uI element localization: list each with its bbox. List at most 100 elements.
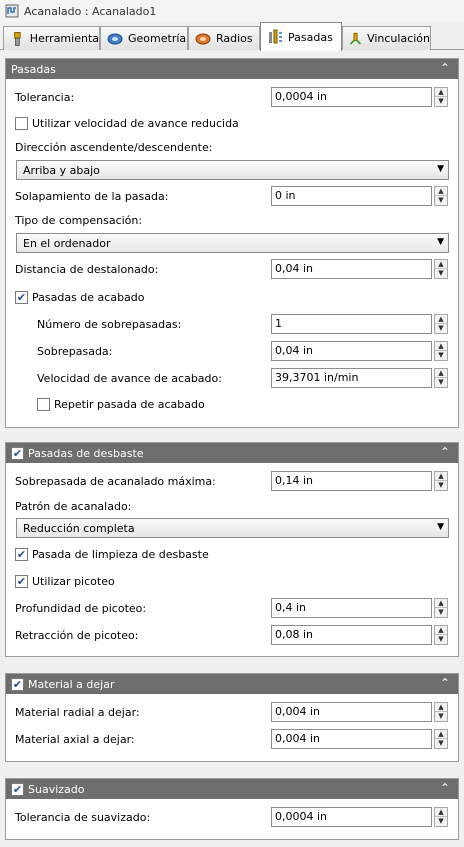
checkbox-box[interactable] — [37, 398, 50, 411]
checkbox-label: Pasadas de acabado — [32, 291, 145, 304]
checkbox-box[interactable]: ✔ — [15, 291, 28, 304]
spin-down-icon[interactable]: ▼ — [435, 635, 447, 644]
compensacion-select[interactable]: En el ordenador ▼ — [16, 233, 449, 253]
tab-geometria[interactable]: Geometría — [100, 26, 188, 50]
limpieza-checkbox[interactable]: ✔ Pasada de limpieza de desbaste — [15, 548, 209, 561]
tool-icon — [14, 31, 21, 46]
spin-down-icon[interactable]: ▼ — [435, 196, 447, 205]
vel-acabado-spinner[interactable]: ▲ ▼ — [434, 368, 448, 388]
num-sobrepasadas-input[interactable]: 1 — [271, 314, 432, 334]
spin-up-icon[interactable]: ▲ — [435, 808, 447, 817]
dropdown-arrow-icon: ▼ — [437, 522, 444, 532]
spin-down-icon[interactable]: ▼ — [435, 378, 447, 387]
checkbox-box[interactable] — [15, 117, 28, 130]
tab-vinculacion[interactable]: Vinculación — [342, 26, 431, 50]
spin-up-icon[interactable]: ▲ — [435, 703, 447, 712]
radial-spinner[interactable]: ▲ ▼ — [434, 702, 448, 722]
spin-down-icon[interactable]: ▼ — [435, 739, 447, 748]
repetir-checkbox[interactable]: Repetir pasada de acabado — [37, 398, 205, 411]
sobrepasada-input[interactable]: 0,04 in — [271, 341, 432, 361]
spin-up-icon[interactable]: ▲ — [435, 187, 447, 196]
sobrepasada-max-spinner[interactable]: ▲ ▼ — [434, 471, 448, 491]
patron-select[interactable]: Reducción completa ▼ — [16, 518, 449, 538]
solapamiento-input[interactable]: 0 in — [271, 186, 432, 206]
field-label: Tolerancia: — [15, 91, 75, 104]
collapse-icon[interactable]: ⌃ — [438, 782, 452, 796]
spin-up-icon[interactable]: ▲ — [435, 369, 447, 378]
panel-title: Suavizado — [28, 782, 85, 796]
spin-up-icon[interactable]: ▲ — [435, 599, 447, 608]
tolerancia-input[interactable]: 0,0004 in — [271, 87, 432, 107]
direccion-label: Dirección ascendente/descendente: — [15, 141, 213, 154]
field-label: Solapamiento de la pasada: — [15, 190, 169, 203]
spin-down-icon[interactable]: ▼ — [435, 351, 447, 360]
collapse-icon[interactable]: ⌃ — [438, 446, 452, 460]
prof-picoteo-row: Profundidad de picoteo: 0,4 in ▲ ▼ — [6, 598, 458, 620]
num-sobrepasadas-spinner[interactable]: ▲ ▼ — [434, 314, 448, 334]
sobrepasada-max-row: Sobrepasada de acanalado máxima: 0,14 in… — [6, 471, 458, 493]
tab-pasadas[interactable]: Pasadas — [260, 22, 342, 51]
axial-spinner[interactable]: ▲ ▼ — [434, 729, 448, 749]
spin-up-icon[interactable]: ▲ — [435, 626, 447, 635]
vel-acabado-input[interactable]: 39,3701 in/min — [271, 368, 432, 388]
passes-icon — [269, 29, 282, 44]
collapse-icon[interactable]: ⌃ — [438, 677, 452, 691]
spin-up-icon[interactable]: ▲ — [435, 342, 447, 351]
material-enable-checkbox[interactable]: ✔ — [11, 677, 24, 691]
field-label: Material axial a dejar: — [15, 733, 135, 746]
axial-row: Material axial a dejar: 0,004 in ▲ ▼ — [6, 729, 458, 751]
destalonado-input[interactable]: 0,04 in — [271, 259, 432, 279]
tolerancia-spinner[interactable]: ▲ ▼ — [434, 87, 448, 107]
spin-down-icon[interactable]: ▼ — [435, 712, 447, 721]
tolerancia-suavizado-input[interactable]: 0,0004 in — [271, 807, 432, 827]
acabado-checkbox[interactable]: ✔ Pasadas de acabado — [15, 291, 145, 304]
prof-picoteo-spinner[interactable]: ▲ ▼ — [434, 598, 448, 618]
field-label: Sobrepasada: — [37, 345, 113, 358]
suavizado-enable-checkbox[interactable]: ✔ — [11, 782, 24, 796]
tab-label: Herramienta — [29, 32, 99, 45]
window-titlebar: Acanalado : Acanalado1 — [0, 0, 464, 22]
spin-up-icon[interactable]: ▲ — [435, 88, 447, 97]
collapse-icon[interactable]: ⌃ — [438, 62, 452, 76]
spin-up-icon[interactable]: ▲ — [435, 472, 447, 481]
sobrepasada-spinner[interactable]: ▲ ▼ — [434, 341, 448, 361]
checkbox-label: Utilizar velocidad de avance reducida — [32, 117, 239, 130]
spin-down-icon[interactable]: ▼ — [435, 817, 447, 826]
select-value: Reducción completa — [23, 522, 135, 535]
picoteo-checkbox[interactable]: ✔ Utilizar picoteo — [15, 575, 115, 588]
spin-down-icon[interactable]: ▼ — [435, 97, 447, 106]
window-title: Acanalado : Acanalado1 — [24, 4, 157, 18]
solapamiento-spinner[interactable]: ▲ ▼ — [434, 186, 448, 206]
spin-up-icon[interactable]: ▲ — [435, 315, 447, 324]
tab-label: Vinculación — [367, 32, 430, 45]
axial-input[interactable]: 0,004 in — [271, 729, 432, 749]
checkbox-label: Pasada de limpieza de desbaste — [32, 548, 209, 561]
spin-up-icon[interactable]: ▲ — [435, 730, 447, 739]
spin-down-icon[interactable]: ▼ — [435, 481, 447, 490]
tab-label: Pasadas — [288, 30, 333, 44]
panel-desbaste: ✔ Pasadas de desbaste ⌃ Sobrepasada de a… — [5, 442, 459, 657]
retraccion-input[interactable]: 0,08 in — [271, 625, 432, 645]
checkbox-box[interactable]: ✔ — [15, 575, 28, 588]
tolerancia-suavizado-spinner[interactable]: ▲ ▼ — [434, 807, 448, 827]
field-label: Distancia de destalonado: — [15, 263, 159, 276]
tab-herramienta[interactable]: Herramienta — [3, 26, 100, 50]
prof-picoteo-input[interactable]: 0,4 in — [271, 598, 432, 618]
spin-down-icon[interactable]: ▼ — [435, 324, 447, 333]
spin-down-icon[interactable]: ▼ — [435, 608, 447, 617]
checkbox-label: Repetir pasada de acabado — [54, 398, 205, 411]
spin-up-icon[interactable]: ▲ — [435, 260, 447, 269]
panel-suavizado: ✔ Suavizado ⌃ Tolerancia de suavizado: 0… — [5, 778, 459, 840]
desbaste-enable-checkbox[interactable]: ✔ — [11, 446, 24, 460]
panel-header: ✔ Suavizado ⌃ — [6, 779, 458, 799]
field-label: Tolerancia de suavizado: — [15, 811, 151, 824]
destalonado-spinner[interactable]: ▲ ▼ — [434, 259, 448, 279]
spin-down-icon[interactable]: ▼ — [435, 269, 447, 278]
checkbox-box[interactable]: ✔ — [15, 548, 28, 561]
direccion-select[interactable]: Arriba y abajo ▼ — [16, 160, 449, 180]
vel-reducida-checkbox[interactable]: Utilizar velocidad de avance reducida — [15, 117, 239, 130]
tab-radios[interactable]: Radios — [188, 26, 260, 50]
sobrepasada-max-input[interactable]: 0,14 in — [271, 471, 432, 491]
retraccion-spinner[interactable]: ▲ ▼ — [434, 625, 448, 645]
radial-input[interactable]: 0,004 in — [271, 702, 432, 722]
